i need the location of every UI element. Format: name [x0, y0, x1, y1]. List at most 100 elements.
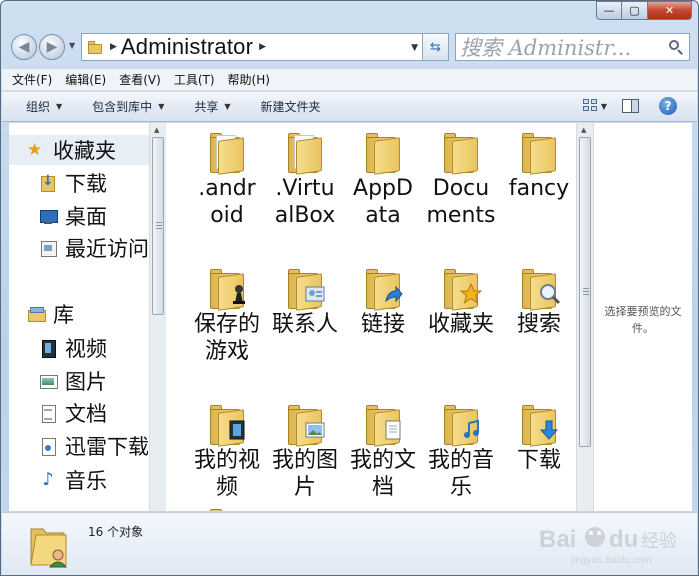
nav-item-music[interactable]: ♪ 音乐: [39, 465, 107, 495]
chevron-right-icon[interactable]: ▶: [259, 42, 266, 52]
folder-icon: [440, 131, 482, 175]
folder-name: AppData: [353, 176, 413, 228]
search-icon[interactable]: [669, 40, 683, 55]
organize-button[interactable]: 组织 ▼: [26, 98, 62, 115]
help-button[interactable]: ?: [659, 97, 677, 115]
folder-item[interactable]: .VirtualBox: [270, 131, 340, 229]
file-list-scrollbar[interactable]: ▲: [576, 123, 593, 511]
folder-item[interactable]: 下载: [504, 403, 574, 474]
music-note-icon: ♪: [42, 469, 54, 490]
address-row: ◀ ▶ ▼ ▶ Administrator ▶ ▼ ⇆ 搜索 Administr…: [9, 29, 690, 65]
search-box[interactable]: 搜索 Administr...: [455, 33, 690, 61]
navigation-scrollbar[interactable]: ▲: [149, 123, 166, 511]
folder-icon: [206, 131, 248, 175]
view-options-dropdown[interactable]: ▼: [601, 102, 607, 111]
nav-item-documents[interactable]: 文档: [39, 398, 107, 428]
nav-item-favorites[interactable]: ★ 收藏夹: [9, 135, 157, 165]
close-button[interactable]: ✕: [648, 1, 692, 20]
folder-icon: [284, 267, 326, 311]
caption-buttons: — ▢ ✕: [596, 1, 692, 20]
folder-name: 下载: [516, 448, 561, 473]
folder-item[interactable]: 我的文档: [348, 403, 418, 501]
link-arrow-icon: [385, 285, 403, 303]
folder-icon: [362, 131, 404, 175]
picture-library-icon: [39, 372, 58, 390]
folder-icon: [206, 267, 248, 311]
folder-item[interactable]: 保存的游戏: [192, 267, 262, 365]
folder-item-partial[interactable]: [192, 507, 262, 511]
navigation-pane: ★ 收藏夹 下载 桌面 最近访问的位置 库 视频 图片 文档: [9, 123, 165, 511]
folder-name: 收藏夹: [427, 312, 494, 337]
organize-label: 组织: [26, 100, 51, 114]
forward-button[interactable]: ▶: [39, 34, 65, 60]
folder-item[interactable]: 链接: [348, 267, 418, 338]
folder-item[interactable]: 我的视频: [192, 403, 262, 501]
menu-view[interactable]: 查看(V): [119, 71, 161, 88]
arrow-left-icon: ◀: [18, 39, 30, 55]
preview-pane: 选择要预览的文件。: [593, 123, 692, 511]
nav-item-libraries[interactable]: 库: [27, 299, 74, 329]
folder-item[interactable]: 联系人: [270, 267, 340, 338]
folder-name: 我的文档: [349, 448, 416, 500]
file-list-scroll-thumb[interactable]: [579, 137, 591, 447]
nav-item-desktop[interactable]: 桌面: [39, 201, 107, 231]
address-dropdown[interactable]: ▼: [411, 43, 418, 53]
nav-label: 下载: [65, 172, 107, 196]
document-library-icon: [39, 404, 57, 423]
include-library-button[interactable]: 包含到库中 ▼: [92, 98, 164, 115]
nav-item-pictures[interactable]: 图片: [39, 366, 107, 396]
new-folder-button[interactable]: 新建文件夹: [261, 98, 321, 115]
maximize-button[interactable]: ▢: [622, 1, 648, 20]
desktop-icon: [39, 207, 58, 225]
address-path[interactable]: Administrator: [121, 34, 253, 60]
menu-edit[interactable]: 编辑(E): [65, 71, 106, 88]
recent-pages-dropdown[interactable]: ▼: [69, 41, 75, 50]
address-bar[interactable]: ▶ Administrator ▶ ▼: [81, 33, 423, 61]
chevron-right-icon[interactable]: ▶: [110, 42, 117, 52]
preview-pane-toggle-icon[interactable]: [622, 99, 639, 113]
user-folder-icon: [28, 521, 70, 569]
folder-item[interactable]: 我的图片: [270, 403, 340, 501]
svg-text:Bai: Bai: [539, 526, 576, 553]
chevron-down-icon: ▼: [56, 102, 63, 111]
view-options-icon[interactable]: [583, 99, 599, 113]
folder-item[interactable]: 搜索: [504, 267, 574, 338]
minimize-button[interactable]: —: [596, 1, 622, 20]
nav-label: 音乐: [65, 469, 107, 493]
folder-item[interactable]: .android: [192, 131, 262, 229]
folder-name: 我的视频: [193, 448, 260, 500]
navigation-scroll-thumb[interactable]: [152, 137, 164, 315]
back-button[interactable]: ◀: [11, 34, 37, 60]
menu-help[interactable]: 帮助(H): [228, 71, 270, 88]
nav-item-xunlei[interactable]: 迅雷下载: [39, 431, 149, 461]
music-note-icon: [464, 419, 479, 438]
scroll-up-icon[interactable]: ▲: [581, 126, 586, 134]
folder-item[interactable]: AppData: [348, 131, 418, 229]
menu-file[interactable]: 文件(F): [12, 71, 52, 88]
file-list: .android .VirtualBox AppData Documents fancy…: [166, 123, 576, 511]
folder-item[interactable]: 我的音乐: [426, 403, 496, 501]
explorer-window: — ▢ ✕ ◀ ▶ ▼ ▶ Administrator ▶ ▼ ⇆ 搜索 Adm…: [0, 0, 699, 576]
nav-item-videos[interactable]: 视频: [39, 333, 107, 363]
folder-icon: [362, 267, 404, 311]
nav-item-downloads[interactable]: 下载: [39, 168, 107, 198]
folder-item[interactable]: fancy: [504, 131, 574, 202]
include-library-label: 包含到库中: [92, 100, 153, 114]
folder-item[interactable]: Documents: [426, 131, 496, 229]
nav-label: 桌面: [65, 205, 107, 229]
star-icon: ★: [27, 140, 43, 160]
menu-tools[interactable]: 工具(T): [174, 71, 215, 88]
refresh-button[interactable]: ⇆: [423, 33, 449, 61]
folder-name: 联系人: [271, 312, 338, 337]
download-arrow-icon: [539, 420, 559, 440]
folder-name: 链接: [360, 312, 405, 337]
nav-label: 迅雷下载: [65, 435, 149, 459]
share-button[interactable]: 共享 ▼: [194, 98, 230, 115]
arrow-right-icon: ▶: [46, 39, 58, 55]
folder-name: 我的图片: [271, 448, 338, 500]
scroll-up-icon[interactable]: ▲: [154, 126, 159, 134]
folder-item[interactable]: 收藏夹: [426, 267, 496, 338]
search-input[interactable]: 搜索 Administr...: [460, 34, 631, 60]
nav-item-recent[interactable]: 最近访问的位置: [39, 233, 165, 263]
folder-icon: [284, 131, 326, 175]
